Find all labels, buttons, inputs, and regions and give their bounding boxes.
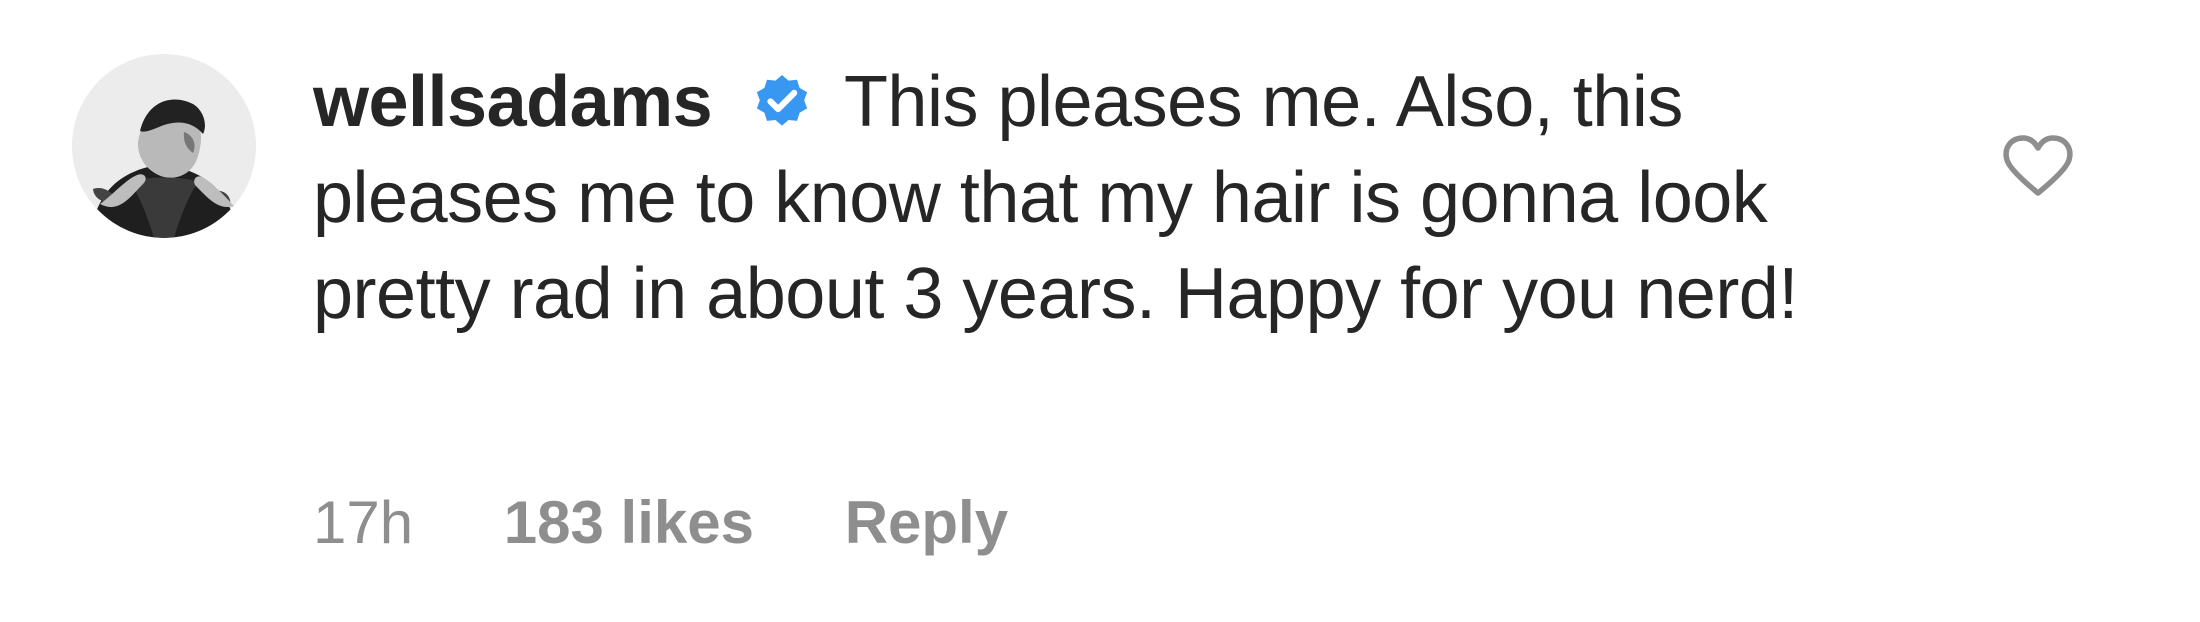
comment-time: 17h [313,489,414,556]
likes-count-link[interactable]: 183 likes [504,488,754,558]
comment-body: wellsadams This pleases me. Also, this p… [313,54,1873,342]
profile-photo [72,54,256,238]
heart-outline-icon[interactable] [2002,132,2074,198]
comment-row: wellsadams This pleases me. Also, this p… [0,0,2200,622]
comment-meta: 17h 183 likes Reply [313,488,1082,558]
avatar[interactable] [72,54,256,238]
comment-text-block: wellsadams This pleases me. Also, this p… [313,54,1873,342]
reply-button[interactable]: Reply [845,488,1008,558]
username-link[interactable]: wellsadams [313,62,713,142]
verified-badge-icon [752,72,812,132]
